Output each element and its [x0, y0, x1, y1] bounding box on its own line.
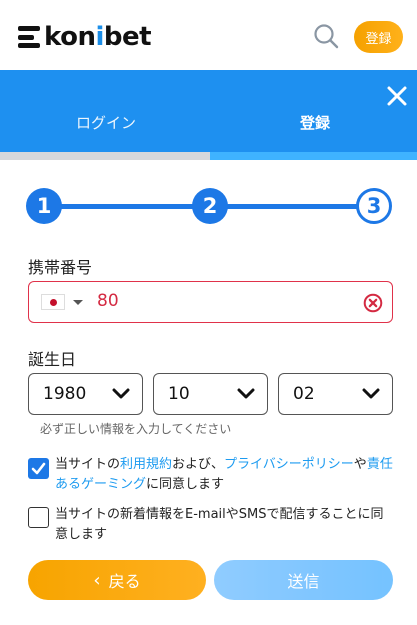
year-value: 1980 [43, 384, 87, 404]
chevron-down-icon [362, 388, 380, 399]
privacy-policy-link[interactable]: プライバシーポリシー [224, 457, 354, 472]
birthday-hint: 必ず正しい情報を入力してください [40, 422, 232, 436]
tab-indicator-active [210, 152, 417, 160]
back-button-label: 戻る [108, 572, 141, 591]
chevron-down-icon [112, 388, 130, 399]
birthday-label: 誕生日 [28, 350, 77, 369]
chevron-left-icon: ‹ [93, 569, 101, 591]
month-value: 10 [168, 384, 190, 404]
clear-icon[interactable] [363, 293, 383, 313]
newsletter-checkbox[interactable] [28, 507, 49, 528]
year-select[interactable]: 1980 [28, 373, 143, 415]
back-button[interactable]: ‹ 戻る [28, 560, 206, 600]
tab-login[interactable]: ログイン [76, 112, 136, 133]
terms-of-use-link[interactable]: 利用規約 [120, 457, 172, 472]
top-bar: konibet 登録 [0, 0, 417, 70]
month-select[interactable]: 10 [153, 373, 268, 415]
terms-checkbox[interactable] [28, 458, 49, 479]
step-3: 3 [356, 188, 392, 224]
chevron-down-icon [237, 388, 255, 399]
auth-tab-banner [0, 70, 417, 160]
submit-button[interactable]: 送信 [214, 560, 393, 600]
phone-field[interactable]: 80 [28, 281, 393, 323]
tab-indicator-inactive [0, 152, 210, 160]
terms-consent-text: 当サイトの利用規約および、プライバシーポリシーや責任あるゲーミングに同意します [55, 457, 393, 492]
header-register-button[interactable]: 登録 [354, 21, 403, 53]
japan-flag-icon[interactable] [41, 294, 65, 310]
step-1: 1 [26, 188, 62, 224]
check-icon [31, 462, 46, 475]
caret-down-icon[interactable] [73, 300, 83, 305]
menu-icon[interactable] [18, 26, 40, 48]
day-select[interactable]: 02 [278, 373, 393, 415]
step-2: 2 [192, 188, 228, 224]
logo-wordmark: konibet [44, 22, 152, 52]
newsletter-consent-text: 当サイトの新着情報をE-mailやSMSで配信することに同意します [55, 507, 384, 542]
phone-input[interactable]: 80 [97, 291, 119, 311]
search-icon[interactable] [312, 22, 340, 50]
tab-register[interactable]: 登録 [300, 112, 330, 133]
phone-label: 携帯番号 [28, 258, 93, 277]
konibet-logo[interactable]: konibet [18, 22, 152, 52]
close-icon[interactable] [385, 84, 409, 108]
day-value: 02 [293, 384, 315, 404]
